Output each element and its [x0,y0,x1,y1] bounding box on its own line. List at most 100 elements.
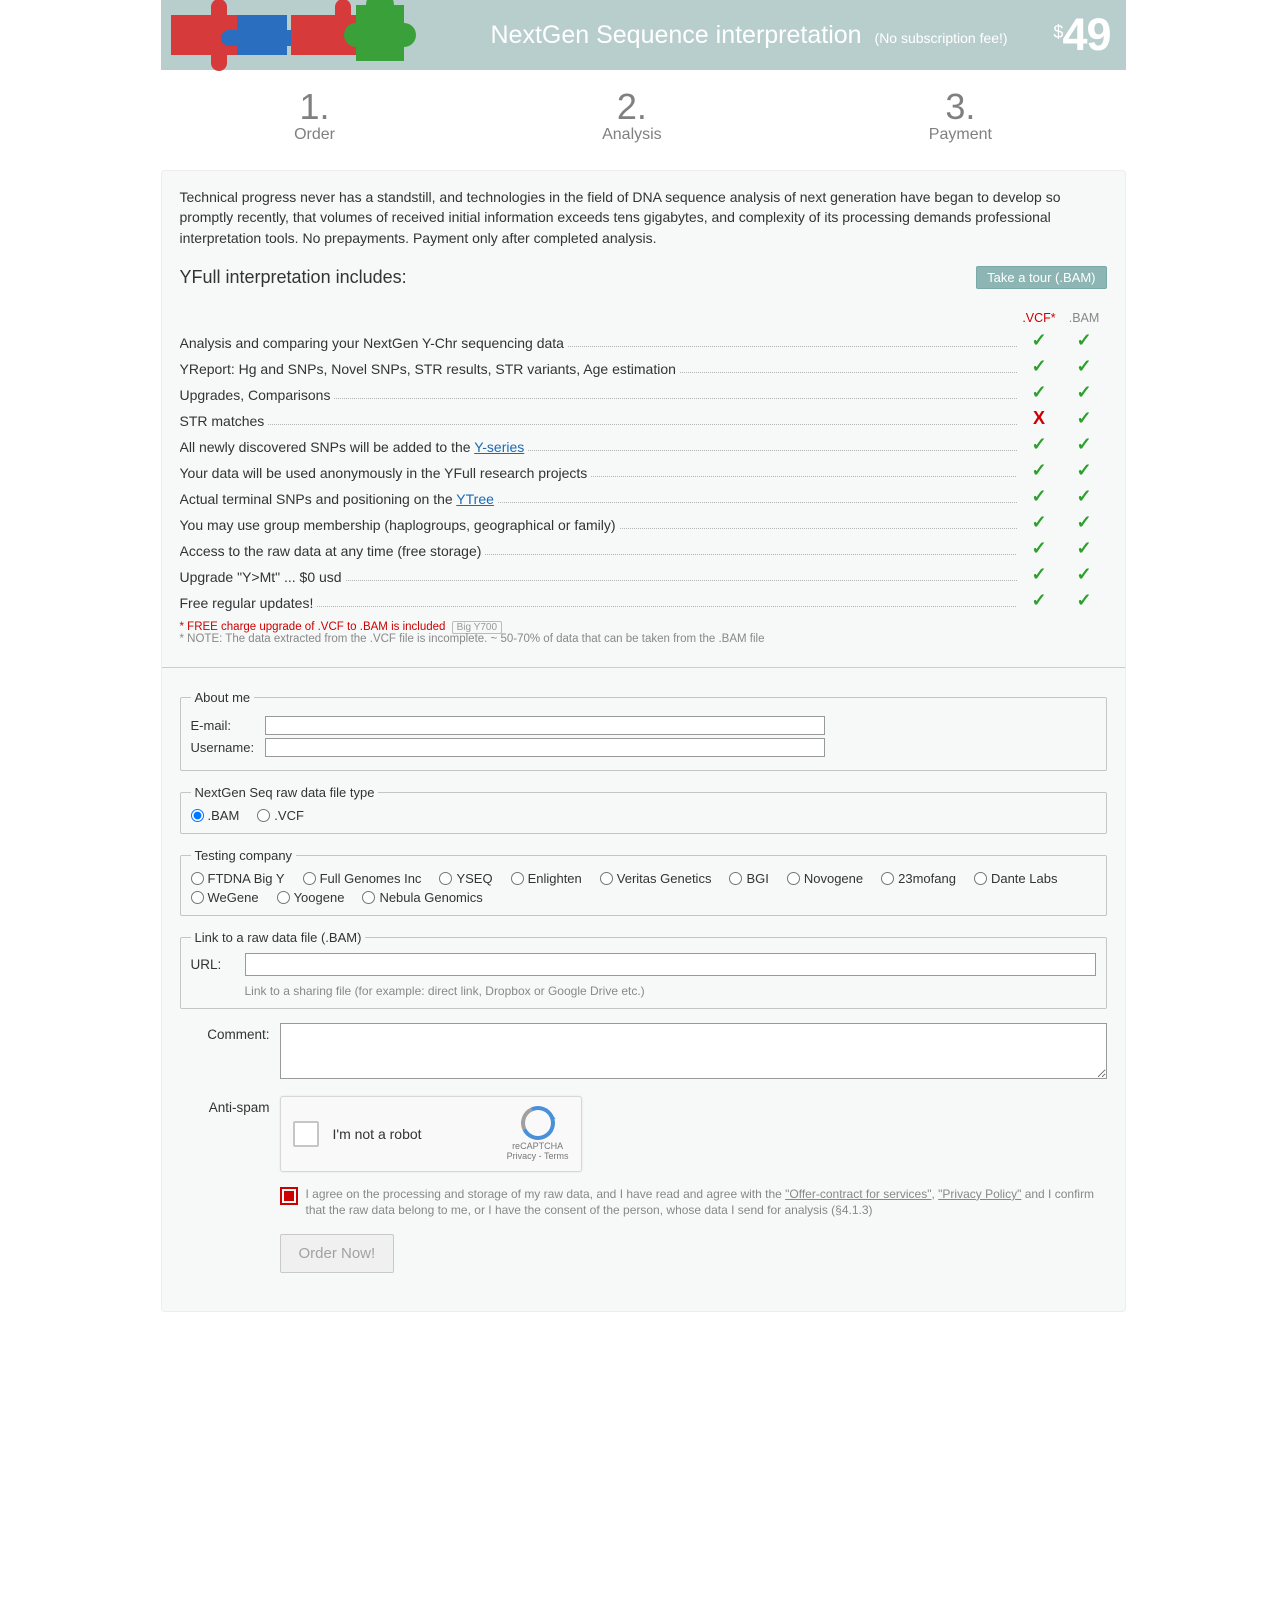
feature-link[interactable]: Y-series [474,439,524,455]
url-label: URL: [191,957,235,972]
link-fieldset: Link to a raw data file (.BAM) URL: Link… [180,930,1107,1009]
offer-contract-link[interactable]: "Offer-contract for services" [785,1187,931,1201]
privacy-policy-link[interactable]: "Privacy Policy" [938,1187,1021,1201]
bam-mark: ✓ [1062,408,1107,429]
feature-label: Actual terminal SNPs and positioning on … [180,491,1017,507]
link-legend: Link to a raw data file (.BAM) [191,930,366,945]
consent-text: I agree on the processing and storage of… [306,1186,1107,1218]
company-option[interactable]: Dante Labs [974,871,1058,886]
feature-table-header: .VCF* .BAM [180,311,1107,325]
vcf-mark: ✓ [1017,512,1062,533]
company-radio[interactable] [191,891,204,904]
vcf-mark: ✓ [1017,564,1062,585]
col-vcf: .VCF* [1017,311,1062,325]
step-order: 1. Order [294,86,335,144]
feature-label: Access to the raw data at any time (free… [180,543,1017,559]
feature-row: Free regular updates!✓✓ [180,590,1107,611]
step-payment: 3. Payment [929,86,992,144]
recaptcha-logo: reCAPTCHA Privacy - Terms [507,1106,569,1161]
comment-field[interactable] [280,1023,1107,1079]
filetype-option[interactable]: .BAM [191,808,240,823]
banner-subtitle: (No subscription fee!) [875,30,1008,46]
bam-mark: ✓ [1062,564,1107,585]
bam-mark: ✓ [1062,382,1107,403]
company-radio[interactable] [303,872,316,885]
puzzle-logo [161,0,461,75]
company-option[interactable]: 23mofang [881,871,956,886]
company-option[interactable]: YSEQ [439,871,492,886]
filetype-legend: NextGen Seq raw data file type [191,785,379,800]
feature-label: Analysis and comparing your NextGen Y-Ch… [180,335,1017,351]
recaptcha-icon [521,1106,555,1140]
vcf-mark: ✓ [1017,434,1062,455]
bam-mark: ✓ [1062,356,1107,377]
bam-mark: ✓ [1062,486,1107,507]
username-field[interactable] [265,738,825,757]
order-now-button[interactable]: Order Now! [280,1234,395,1273]
company-option[interactable]: BGI [729,871,768,886]
feature-link[interactable]: YTree [456,491,494,507]
consent-checkbox[interactable] [280,1187,298,1205]
email-field[interactable] [265,716,825,735]
email-label: E-mail: [191,718,265,733]
company-radio[interactable] [729,872,742,885]
company-option[interactable]: Nebula Genomics [362,890,482,905]
feature-row: Actual terminal SNPs and positioning on … [180,486,1107,507]
banner: NextGen Sequence interpretation (No subs… [161,0,1126,70]
vcf-mark: ✓ [1017,356,1062,377]
company-fieldset: Testing company FTDNA Big Y Full Genomes … [180,848,1107,916]
col-bam: .BAM [1062,311,1107,325]
url-field[interactable] [245,953,1096,976]
vcf-mark: ✓ [1017,590,1062,611]
feature-label: Upgrade "Y>Mt" ... $0 usd [180,569,1017,585]
company-option[interactable]: Enlighten [511,871,582,886]
vcf-mark: X [1017,408,1062,429]
feature-row: YReport: Hg and SNPs, Novel SNPs, STR re… [180,356,1107,377]
company-radio[interactable] [600,872,613,885]
filetype-radio[interactable] [191,809,204,822]
take-tour-button[interactable]: Take a tour (.BAM) [976,266,1106,289]
about-me-legend: About me [191,690,255,705]
feature-row: Upgrades, Comparisons✓✓ [180,382,1107,403]
company-radio[interactable] [191,872,204,885]
url-hint: Link to a sharing file (for example: dir… [245,984,1096,998]
recaptcha-checkbox[interactable] [293,1121,319,1147]
filetype-radio[interactable] [257,809,270,822]
steps: 1. Order 2. Analysis 3. Payment [161,70,1126,170]
company-radio[interactable] [277,891,290,904]
company-option[interactable]: FTDNA Big Y [191,871,285,886]
feature-label: Free regular updates! [180,595,1017,611]
vcf-mark: ✓ [1017,330,1062,351]
company-radio[interactable] [511,872,524,885]
vcf-mark: ✓ [1017,382,1062,403]
company-radio[interactable] [974,872,987,885]
feature-label: Upgrades, Comparisons [180,387,1017,403]
company-radio[interactable] [439,872,452,885]
company-radio[interactable] [362,891,375,904]
recaptcha-text: I'm not a robot [333,1126,422,1142]
vcf-mark: ✓ [1017,460,1062,481]
company-option[interactable]: Yoogene [277,890,345,905]
feature-row: Your data will be used anonymously in th… [180,460,1107,481]
about-me-fieldset: About me E-mail: Username: [180,690,1107,771]
feature-row: All newly discovered SNPs will be added … [180,434,1107,455]
bam-mark: ✓ [1062,590,1107,611]
company-option[interactable]: WeGene [191,890,259,905]
company-radio[interactable] [787,872,800,885]
recaptcha[interactable]: I'm not a robot reCAPTCHA Privacy - Term… [280,1096,582,1172]
feature-label: YReport: Hg and SNPs, Novel SNPs, STR re… [180,361,1017,377]
company-option[interactable]: Novogene [787,871,863,886]
step-analysis: 2. Analysis [602,86,662,144]
company-option[interactable]: Veritas Genetics [600,871,712,886]
bam-mark: ✓ [1062,330,1107,351]
filetype-option[interactable]: .VCF [257,808,304,823]
vcf-mark: ✓ [1017,538,1062,559]
company-legend: Testing company [191,848,297,863]
company-option[interactable]: Full Genomes Inc [303,871,422,886]
feature-row: You may use group membership (haplogroup… [180,512,1107,533]
comment-label: Comment: [180,1023,280,1082]
feature-label: All newly discovered SNPs will be added … [180,439,1017,455]
banner-title: NextGen Sequence interpretation (No subs… [491,21,1008,50]
company-radio[interactable] [881,872,894,885]
feature-label: STR matches [180,413,1017,429]
